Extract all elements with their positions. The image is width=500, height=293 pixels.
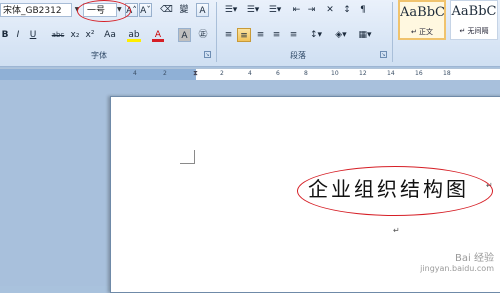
style-normal[interactable]: AaBbC ↵ 正文 xyxy=(398,0,446,40)
align-right-button[interactable]: ≡ xyxy=(254,28,267,42)
increase-indent-button[interactable]: ⇥ xyxy=(305,3,318,17)
enclose-characters-button[interactable]: ㊣ xyxy=(196,28,210,42)
paragraph-mark: ↵ xyxy=(393,226,400,235)
font-color-button[interactable]: A xyxy=(152,28,164,42)
shrink-font-button[interactable]: Aˇ xyxy=(139,3,152,17)
style-label-text: 无间隔 xyxy=(467,27,489,35)
annotation-circle xyxy=(77,0,131,22)
subscript-button[interactable]: x₂ xyxy=(69,28,81,42)
ruler-number: 12 xyxy=(359,70,367,77)
ruler-number: 2 xyxy=(163,70,167,77)
text-direction-button[interactable]: ✕ xyxy=(323,3,337,17)
highlight-button[interactable]: ab xyxy=(127,28,141,42)
indent-marker-icon[interactable]: ⧗ xyxy=(193,69,198,78)
clear-format-button[interactable]: ⌫ xyxy=(160,3,173,17)
ruler-number: 4 xyxy=(248,70,252,77)
change-case-button[interactable]: Aa xyxy=(102,28,118,42)
annotation-circle xyxy=(297,166,493,216)
watermark-line1: Bai 经验 xyxy=(455,253,494,264)
ruler-number: 2 xyxy=(220,70,224,77)
ribbon: 宋体_GB2312 ▼ 一号 ▼ A˄ Aˇ ⌫ 變 A B I U abc x… xyxy=(0,0,500,67)
underline-button[interactable]: U xyxy=(27,28,39,42)
bold-button[interactable]: B xyxy=(0,28,10,42)
style-label: ↵ 无间隔 xyxy=(459,27,489,35)
paragraph-group-label: 段落 xyxy=(290,51,306,60)
character-border-button[interactable]: A xyxy=(196,3,209,17)
paragraph-dialog-launcher-icon[interactable]: ↘ xyxy=(380,51,387,58)
ruler-number: 6 xyxy=(276,70,280,77)
bullets-button[interactable]: ☰▾ xyxy=(222,3,240,17)
distributed-button[interactable]: ≡ xyxy=(287,28,300,42)
ruler-number: 8 xyxy=(304,70,308,77)
align-left-button[interactable]: ≡ xyxy=(222,28,235,42)
character-shading-button[interactable]: A xyxy=(178,28,191,42)
style-preview: AaBbC xyxy=(400,5,444,20)
multilevel-list-button[interactable]: ☰▾ xyxy=(266,3,284,17)
phonetic-guide-button[interactable]: 變 xyxy=(177,3,191,17)
italic-button[interactable]: I xyxy=(13,28,23,42)
style-label-text: 正文 xyxy=(419,28,434,36)
group-divider xyxy=(216,2,217,62)
ruler-number: 10 xyxy=(331,70,339,77)
decrease-indent-button[interactable]: ⇤ xyxy=(290,3,303,17)
show-marks-button[interactable]: ¶ xyxy=(356,3,370,17)
style-no-spacing[interactable]: AaBbC ↵ 无间隔 xyxy=(450,0,498,40)
ruler-number: 18 xyxy=(443,70,451,77)
strikethrough-button[interactable]: abc xyxy=(50,28,66,42)
margin-corner-mark xyxy=(180,150,195,164)
font-group-label: 字体 xyxy=(91,51,107,60)
style-preview: AaBbC xyxy=(451,4,497,19)
shading-button[interactable]: ◈▾ xyxy=(332,28,350,42)
watermark-line2: jingyan.baidu.com xyxy=(420,264,494,273)
ruler-number: 4 xyxy=(133,70,137,77)
ruler-number: 14 xyxy=(387,70,395,77)
font-name-select[interactable]: 宋体_GB2312 xyxy=(0,3,72,17)
font-dialog-launcher-icon[interactable]: ↘ xyxy=(204,51,211,58)
ruler-number: 16 xyxy=(415,70,423,77)
borders-button[interactable]: ▦▾ xyxy=(356,28,374,42)
justify-button[interactable]: ≡ xyxy=(270,28,283,42)
numbering-button[interactable]: ☰▾ xyxy=(244,3,262,17)
line-spacing-button[interactable]: ↕▾ xyxy=(307,28,325,42)
superscript-button[interactable]: x² xyxy=(84,28,96,42)
sort-button[interactable]: ↕ xyxy=(341,3,353,17)
align-center-button[interactable]: ≡ xyxy=(237,28,251,42)
style-label: ↵ 正文 xyxy=(410,28,434,36)
group-divider xyxy=(392,2,393,62)
